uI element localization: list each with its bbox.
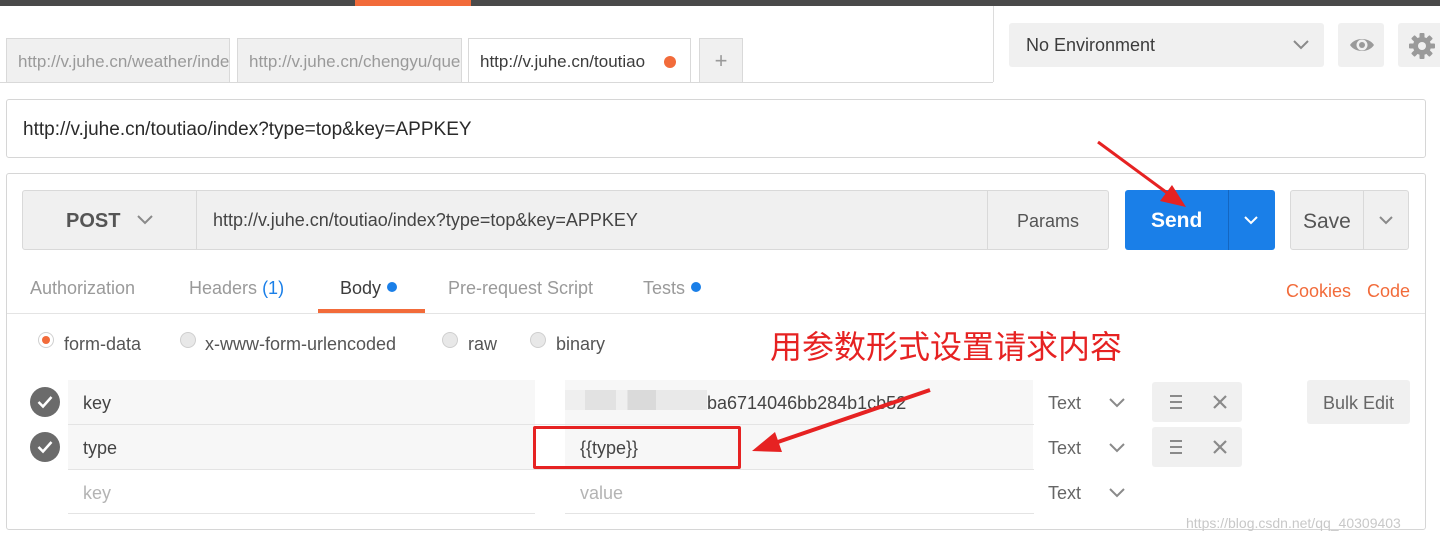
watermark: https://blog.csdn.net/qq_40309403 <box>1186 515 1401 531</box>
arrow-to-send-icon <box>1097 140 1186 207</box>
annotation-arrows <box>752 140 1186 452</box>
arrow-to-value-icon <box>752 388 931 452</box>
